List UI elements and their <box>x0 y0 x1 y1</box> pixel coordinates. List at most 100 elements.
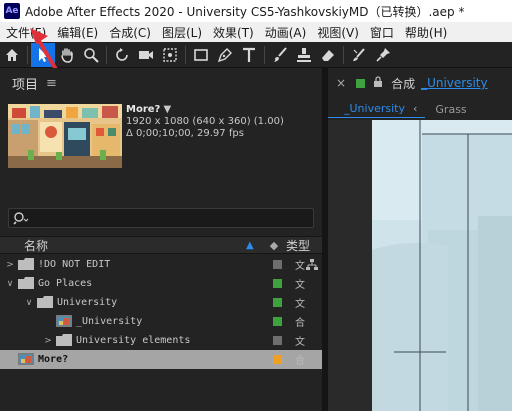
rectangle-tool-icon[interactable] <box>189 43 213 67</box>
comp-label-color <box>356 78 366 88</box>
project-item-row[interactable]: > University elements 文 <box>0 331 322 350</box>
label-color-swatch[interactable] <box>273 336 282 345</box>
menu-effect[interactable]: 效果(T) <box>207 24 259 41</box>
folder-icon <box>56 334 72 346</box>
flowchart-icon[interactable] <box>306 259 318 274</box>
menu-window[interactable]: 窗口 <box>364 24 399 41</box>
label-color-swatch[interactable] <box>273 298 282 307</box>
toolbar-separator <box>27 45 28 64</box>
chevron-left-icon[interactable]: ‹ <box>413 102 417 115</box>
tools-toolbar <box>0 42 512 68</box>
tab-university-label: _University <box>344 102 405 115</box>
label-color-swatch[interactable] <box>273 317 282 326</box>
menu-view[interactable]: 视图(V) <box>311 24 364 41</box>
preview-dropdown-icon[interactable]: ▼ <box>164 104 172 115</box>
preview-duration: Δ 0;00;10;00, 29.97 fps <box>126 128 244 139</box>
column-header: 名称 ▲ ◆ 类型 <box>0 236 322 254</box>
rotate-tool-icon[interactable] <box>110 43 134 67</box>
menu-bar: 文件(F) 编辑(E) 合成(C) 图层(L) 效果(T) 动画(A) 视图(V… <box>0 22 512 42</box>
folder-icon <box>18 258 34 270</box>
chevron-right-icon[interactable]: > <box>43 336 53 346</box>
menu-edit[interactable]: 编辑(E) <box>51 24 103 41</box>
composition-icon <box>18 353 34 365</box>
menu-layer[interactable]: 图层(L) <box>156 24 207 41</box>
menu-help[interactable]: 帮助(H) <box>399 24 452 41</box>
label-color-swatch[interactable] <box>273 260 282 269</box>
project-panel: 项目 ≡ More? ▼ 1920 x 1080 (640 x 360) (1.… <box>0 68 322 411</box>
project-panel-header: 项目 ≡ <box>0 68 322 98</box>
project-item-row[interactable]: _University 合 <box>0 312 322 331</box>
item-type-label: 合 <box>295 356 305 367</box>
hand-tool-icon[interactable] <box>55 43 79 67</box>
close-icon[interactable]: × <box>336 76 346 90</box>
brush-tool-icon[interactable] <box>268 43 292 67</box>
type-column-header[interactable]: 类型 <box>286 237 310 254</box>
home-icon[interactable] <box>0 43 24 67</box>
project-search[interactable] <box>8 208 314 228</box>
label-color-swatch[interactable] <box>273 279 282 288</box>
search-icon <box>13 212 29 225</box>
item-type-label: 文 <box>295 261 305 272</box>
puppet-pin-tool-icon[interactable] <box>371 43 395 67</box>
tab-grass[interactable]: Grass <box>425 103 466 116</box>
type-tool-icon[interactable] <box>237 43 261 67</box>
label-color-swatch[interactable] <box>273 355 282 364</box>
title-bar: Ae Adobe After Effects 2020 - University… <box>0 0 512 22</box>
menu-composition[interactable]: 合成(C) <box>103 24 156 41</box>
comp-preview-info: More? ▼ 1920 x 1080 (640 x 360) (1.00) Δ… <box>126 104 284 140</box>
composition-label: 合成 <box>391 76 416 91</box>
folder-icon <box>18 277 34 289</box>
item-type-label: 文 <box>295 299 305 310</box>
project-item-row[interactable]: More? 合 <box>0 350 322 369</box>
item-type-label: 文 <box>295 337 305 348</box>
project-item-row[interactable]: ∨ Go Places 文 <box>0 274 322 293</box>
project-panel-title[interactable]: 项目 <box>12 74 38 93</box>
composition-tabs: _University ‹ Grass <box>328 100 512 118</box>
camera-tool-icon[interactable] <box>134 43 158 67</box>
item-type-label: 文 <box>295 280 305 291</box>
roto-brush-tool-icon[interactable] <box>347 43 371 67</box>
name-column-header[interactable]: 名称 <box>24 237 246 254</box>
eraser-tool-icon[interactable] <box>316 43 340 67</box>
project-item-name: More? <box>38 354 69 365</box>
composition-panel-header: × 合成 _University <box>328 68 512 98</box>
composition-panel: × 合成 _University _University ‹ Grass <box>328 68 512 411</box>
project-item-name: University elements <box>76 335 191 346</box>
item-type-label: 合 <box>295 318 305 329</box>
project-items-list: > !DO NOT EDIT 文 ∨ Go Places 文 ∨ University 文 _Un… <box>0 255 322 369</box>
clone-stamp-tool-icon[interactable] <box>292 43 316 67</box>
project-item-name: _University <box>76 316 143 327</box>
selection-tool-icon[interactable] <box>31 42 55 67</box>
comp-thumbnail <box>8 104 122 168</box>
folder-icon <box>37 296 53 308</box>
chevron-down-icon[interactable]: ∨ <box>24 298 34 308</box>
zoom-tool-icon[interactable] <box>79 43 103 67</box>
preview-comp-name: More? <box>126 104 161 115</box>
project-item-name: !DO NOT EDIT <box>38 259 111 270</box>
sort-ascending-icon[interactable]: ▲ <box>246 240 264 251</box>
project-item-row[interactable]: > !DO NOT EDIT 文 <box>0 255 322 274</box>
chevron-down-icon[interactable]: ∨ <box>5 279 15 289</box>
menu-file[interactable]: 文件(F) <box>0 24 51 41</box>
panel-menu-icon[interactable]: ≡ <box>46 76 57 91</box>
search-input[interactable] <box>29 211 309 225</box>
composition-name[interactable]: _University <box>421 76 488 90</box>
window-title: Adobe After Effects 2020 - University CS… <box>25 4 465 19</box>
composition-viewer[interactable] <box>328 120 512 411</box>
lock-icon[interactable] <box>373 76 383 90</box>
chevron-right-icon[interactable]: > <box>5 260 15 270</box>
project-item-name: University <box>57 297 118 308</box>
label-column-icon[interactable]: ◆ <box>264 239 284 252</box>
pan-behind-tool-icon[interactable] <box>158 43 182 67</box>
tab-university[interactable]: _University ‹ <box>328 100 426 118</box>
toolbar-separator <box>264 45 265 64</box>
toolbar-separator <box>185 45 186 64</box>
toolbar-separator <box>343 45 344 64</box>
toolbar-separator <box>106 45 107 64</box>
menu-animation[interactable]: 动画(A) <box>259 24 312 41</box>
preview-dimensions: 1920 x 1080 (640 x 360) (1.00) <box>126 116 284 127</box>
project-item-row[interactable]: ∨ University 文 <box>0 293 322 312</box>
preview-name-row: More? ▼ <box>126 104 284 116</box>
pen-tool-icon[interactable] <box>213 43 237 67</box>
after-effects-logo: Ae <box>4 3 20 19</box>
